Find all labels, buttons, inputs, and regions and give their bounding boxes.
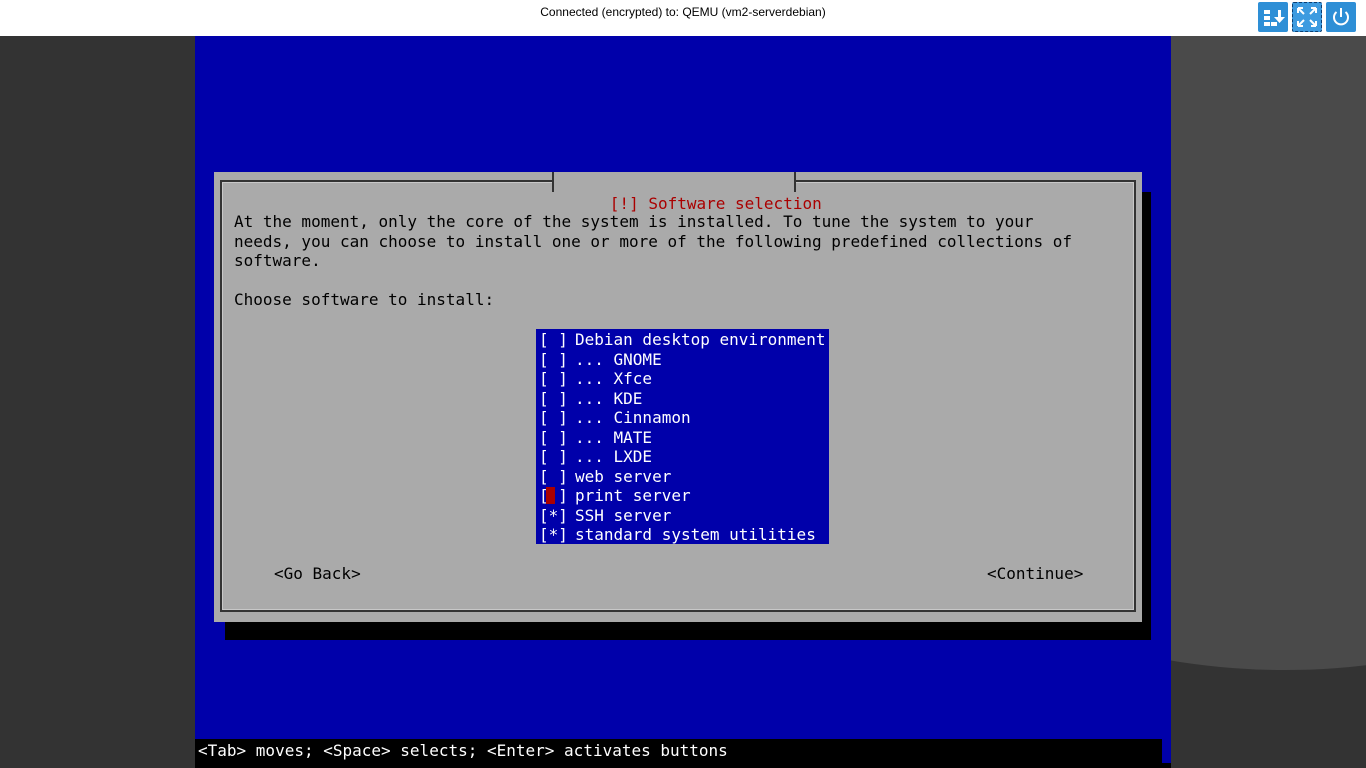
software-checkbox[interactable]: [ ]: [536, 486, 569, 506]
software-option[interactable]: [ ] ... Cinnamon: [536, 408, 829, 428]
background-decoration: [1171, 36, 1366, 768]
fullscreen-icon: [1297, 7, 1317, 27]
software-option[interactable]: [ ] web server: [536, 467, 829, 487]
software-checkbox[interactable]: [ ]: [536, 447, 569, 467]
power-button[interactable]: [1326, 2, 1356, 32]
continue-button[interactable]: <Continue>: [987, 564, 1083, 584]
software-option-label: web server: [575, 466, 672, 486]
intro-text: At the moment, only the core of the syst…: [234, 212, 1073, 270]
software-option[interactable]: [ ] ... LXDE: [536, 447, 829, 467]
software-checkbox[interactable]: [ ]: [536, 350, 569, 370]
go-back-button[interactable]: <Go Back>: [274, 564, 361, 584]
software-checkbox[interactable]: [ ]: [536, 330, 569, 350]
software-option[interactable]: [ ] ... MATE: [536, 428, 829, 448]
focus-cursor: [546, 487, 555, 504]
software-option[interactable]: [ ] ... GNOME: [536, 350, 829, 370]
fullscreen-button[interactable]: [1292, 2, 1322, 32]
software-option-label: ... LXDE: [575, 447, 653, 466]
send-keys-button[interactable]: [1258, 2, 1288, 32]
software-checkbox[interactable]: [ ]: [536, 369, 569, 389]
software-option-label: standard system utilities: [575, 525, 816, 544]
vm-screen[interactable]: [!] Software selection At the moment, on…: [195, 36, 1171, 768]
software-option[interactable]: [ ] Debian desktop environment: [536, 330, 829, 350]
key-help-line: <Tab> moves; <Space> selects; <Enter> ac…: [195, 739, 1162, 763]
software-option[interactable]: [ ] print server: [536, 486, 829, 506]
software-checkbox[interactable]: [ ]: [536, 428, 569, 448]
software-list[interactable]: [ ] Debian desktop environment [ ] ... GNOM…: [536, 329, 829, 544]
software-checkbox[interactable]: [ ]: [536, 467, 569, 487]
software-selection-dialog: [!] Software selection At the moment, on…: [214, 172, 1142, 622]
software-checkbox[interactable]: [*]: [536, 525, 569, 545]
choose-software-prompt: Choose software to install:: [234, 290, 495, 309]
connection-title: Connected (encrypted) to: QEMU (vm2-serv…: [540, 5, 826, 19]
software-checkbox[interactable]: [*]: [536, 506, 569, 526]
software-option-label: Debian desktop environment: [575, 330, 826, 349]
software-option-label: SSH server: [575, 505, 672, 525]
connection-bar: Connected (encrypted) to: QEMU (vm2-serv…: [0, 0, 1366, 36]
software-option-label: ... KDE: [575, 388, 643, 408]
software-option-label: print server: [575, 486, 691, 505]
send-keys-icon: [1264, 10, 1285, 26]
software-option[interactable]: [*] standard system utilities: [536, 525, 829, 545]
software-option[interactable]: [ ] ... Xfce: [536, 369, 829, 389]
software-checkbox[interactable]: [ ]: [536, 408, 569, 428]
software-option[interactable]: [ ] ... KDE: [536, 389, 829, 409]
power-icon: [1333, 8, 1349, 26]
software-option-label: ... Xfce: [575, 369, 653, 388]
software-option-label: ... Cinnamon: [575, 408, 691, 427]
software-option-label: ... MATE: [575, 427, 653, 447]
software-option[interactable]: [*] SSH server: [536, 506, 829, 526]
status-strip: [195, 763, 1171, 768]
dialog-title: [!] Software selection: [552, 172, 822, 213]
software-checkbox[interactable]: [ ]: [536, 389, 569, 409]
software-option-label: ... GNOME: [575, 349, 662, 369]
